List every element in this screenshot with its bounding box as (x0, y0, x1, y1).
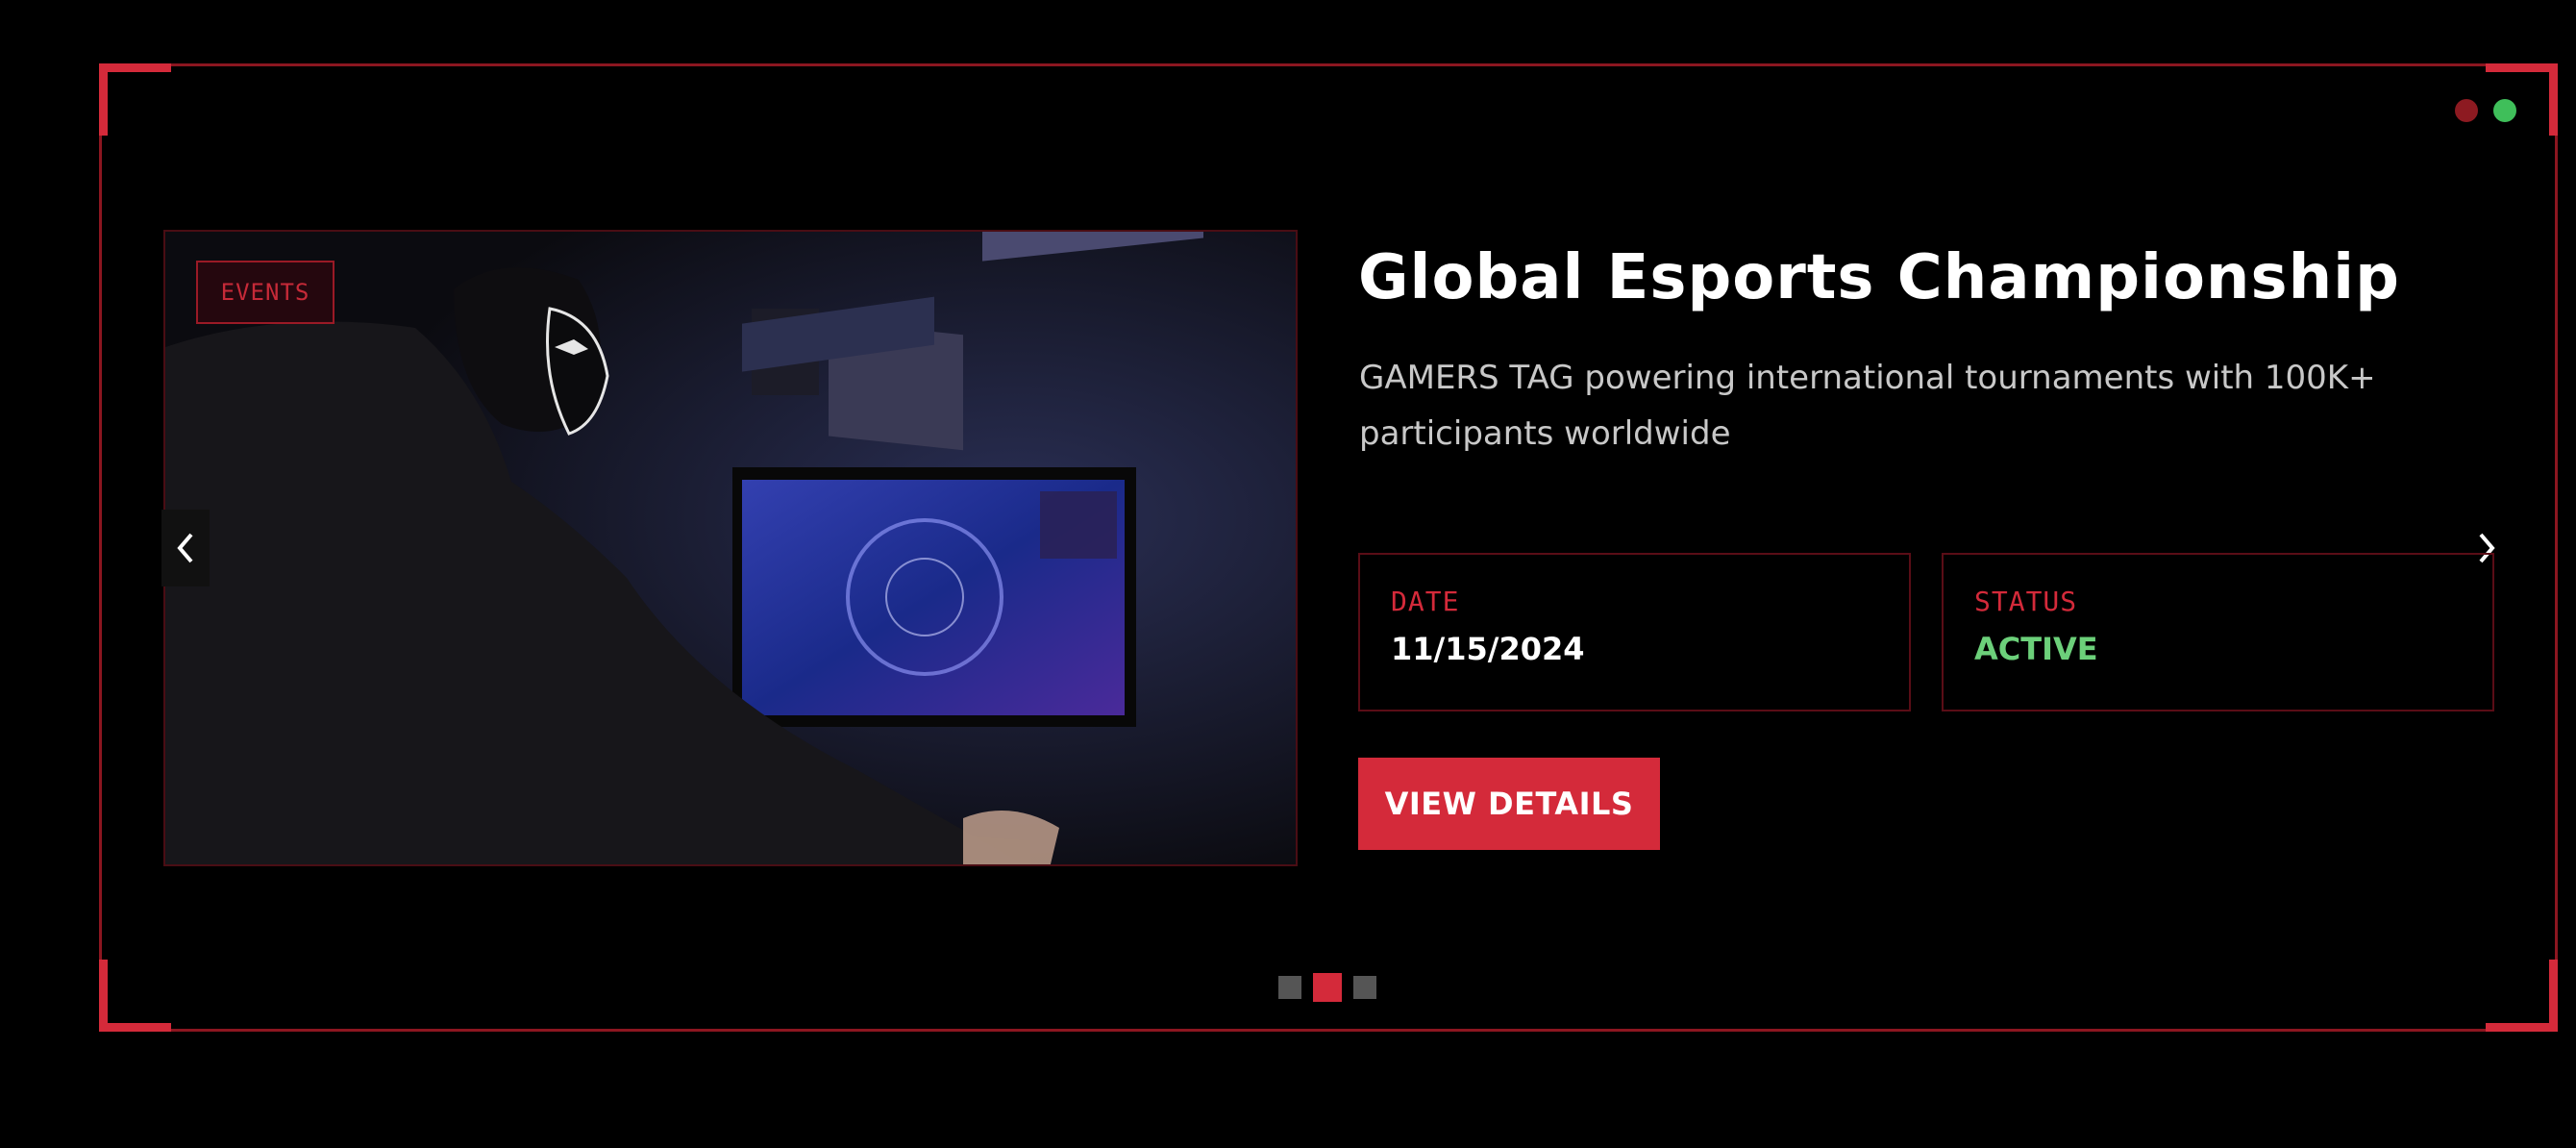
status-label: STATUS (1974, 586, 2078, 617)
pagination-dot-3[interactable] (1353, 976, 1376, 999)
pagination-dot-1[interactable] (1278, 976, 1301, 999)
status-light-green (2493, 99, 2516, 122)
frame-corner-bottom-right (2486, 960, 2558, 1032)
slide-description: GAMERS TAG powering international tourna… (1359, 359, 2376, 453)
date-card: DATE 11/15/2024 (1358, 553, 1911, 711)
status-value: ACTIVE (1974, 631, 2098, 667)
esports-scene-illustration (165, 232, 1296, 864)
status-card: STATUS ACTIVE (1942, 553, 2494, 711)
frame-corner-bottom-left (99, 960, 171, 1032)
carousel-pagination (1278, 973, 1376, 1002)
date-value: 11/15/2024 (1391, 631, 1585, 667)
slide-image: EVENTS (163, 230, 1298, 866)
category-tag: EVENTS (196, 261, 334, 324)
frame-corner-top-left (99, 63, 171, 136)
pagination-dot-2[interactable] (1313, 973, 1342, 1002)
status-light-red (2455, 99, 2478, 122)
slide-title: Global Esports Championship (1358, 242, 2400, 313)
view-details-button[interactable]: VIEW DETAILS (1358, 758, 1660, 850)
date-label: DATE (1391, 586, 1460, 617)
prev-slide-button[interactable] (161, 510, 210, 586)
chevron-left-icon (177, 533, 193, 563)
window-status-lights (2455, 99, 2516, 122)
